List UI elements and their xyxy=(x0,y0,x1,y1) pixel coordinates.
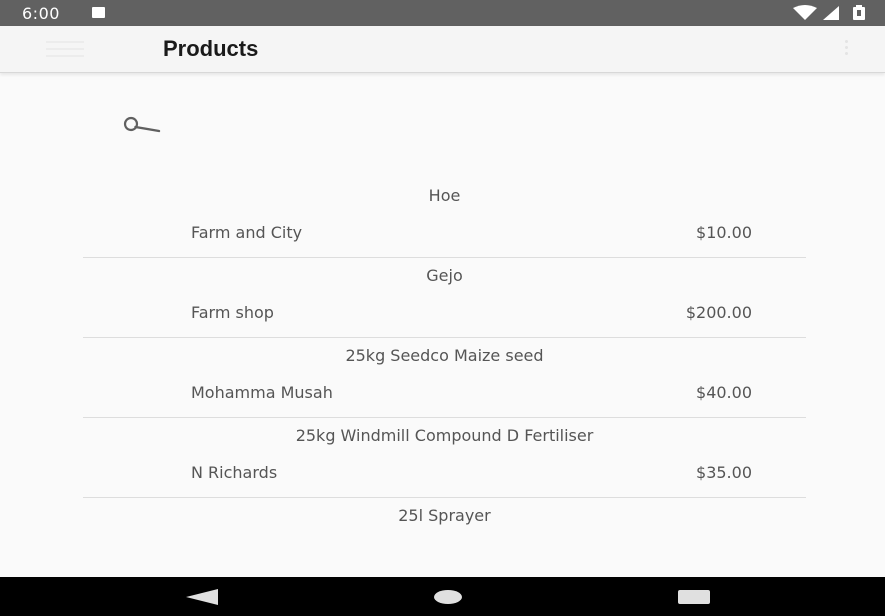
more-vert-icon[interactable] xyxy=(843,40,849,60)
products-screen: 6:00 Products Hoe Farm and City $10.00 G… xyxy=(0,0,885,616)
product-seller: Farm and City xyxy=(191,223,303,242)
product-price: $35.00 xyxy=(696,463,752,482)
signal-icon xyxy=(823,6,839,20)
product-name: 25kg Windmill Compound D Fertiliser xyxy=(295,426,594,445)
product-item[interactable]: 25kg Seedco Maize seed Mohamma Musah $40… xyxy=(83,338,806,418)
product-name: 25kg Seedco Maize seed xyxy=(345,346,544,365)
back-icon[interactable] xyxy=(186,589,218,605)
product-name: Gejo xyxy=(426,266,463,285)
product-item[interactable]: 25kg Windmill Compound D Fertiliser N Ri… xyxy=(83,418,806,498)
product-item[interactable]: 25l Sprayer xyxy=(83,498,806,578)
product-price: $10.00 xyxy=(696,223,752,242)
product-list: Hoe Farm and City $10.00 Gejo Farm shop … xyxy=(83,178,806,578)
product-name: Hoe xyxy=(428,186,461,205)
product-price: $40.00 xyxy=(696,383,752,402)
page-title: Products xyxy=(163,36,259,61)
status-icons xyxy=(793,5,869,21)
status-time: 6:00 xyxy=(22,4,60,23)
search-icon xyxy=(123,116,161,133)
product-seller: Farm shop xyxy=(191,303,274,322)
home-icon[interactable] xyxy=(434,590,462,604)
status-bar: 6:00 xyxy=(0,0,885,26)
product-price: $200.00 xyxy=(685,303,752,322)
product-seller: Mohamma Musah xyxy=(191,383,333,402)
search-button[interactable] xyxy=(122,114,162,140)
product-item[interactable]: Hoe Farm and City $10.00 xyxy=(83,178,806,258)
sd-card-icon xyxy=(92,7,105,18)
battery-icon xyxy=(853,5,865,20)
product-item[interactable]: Gejo Farm shop $200.00 xyxy=(83,258,806,338)
recents-icon[interactable] xyxy=(678,590,710,604)
app-bar: Products xyxy=(0,26,885,73)
product-name: 25l Sprayer xyxy=(398,506,491,525)
menu-icon[interactable] xyxy=(46,41,84,57)
product-seller: N Richards xyxy=(191,463,278,482)
wifi-icon xyxy=(793,5,817,20)
nav-bar xyxy=(0,577,885,616)
